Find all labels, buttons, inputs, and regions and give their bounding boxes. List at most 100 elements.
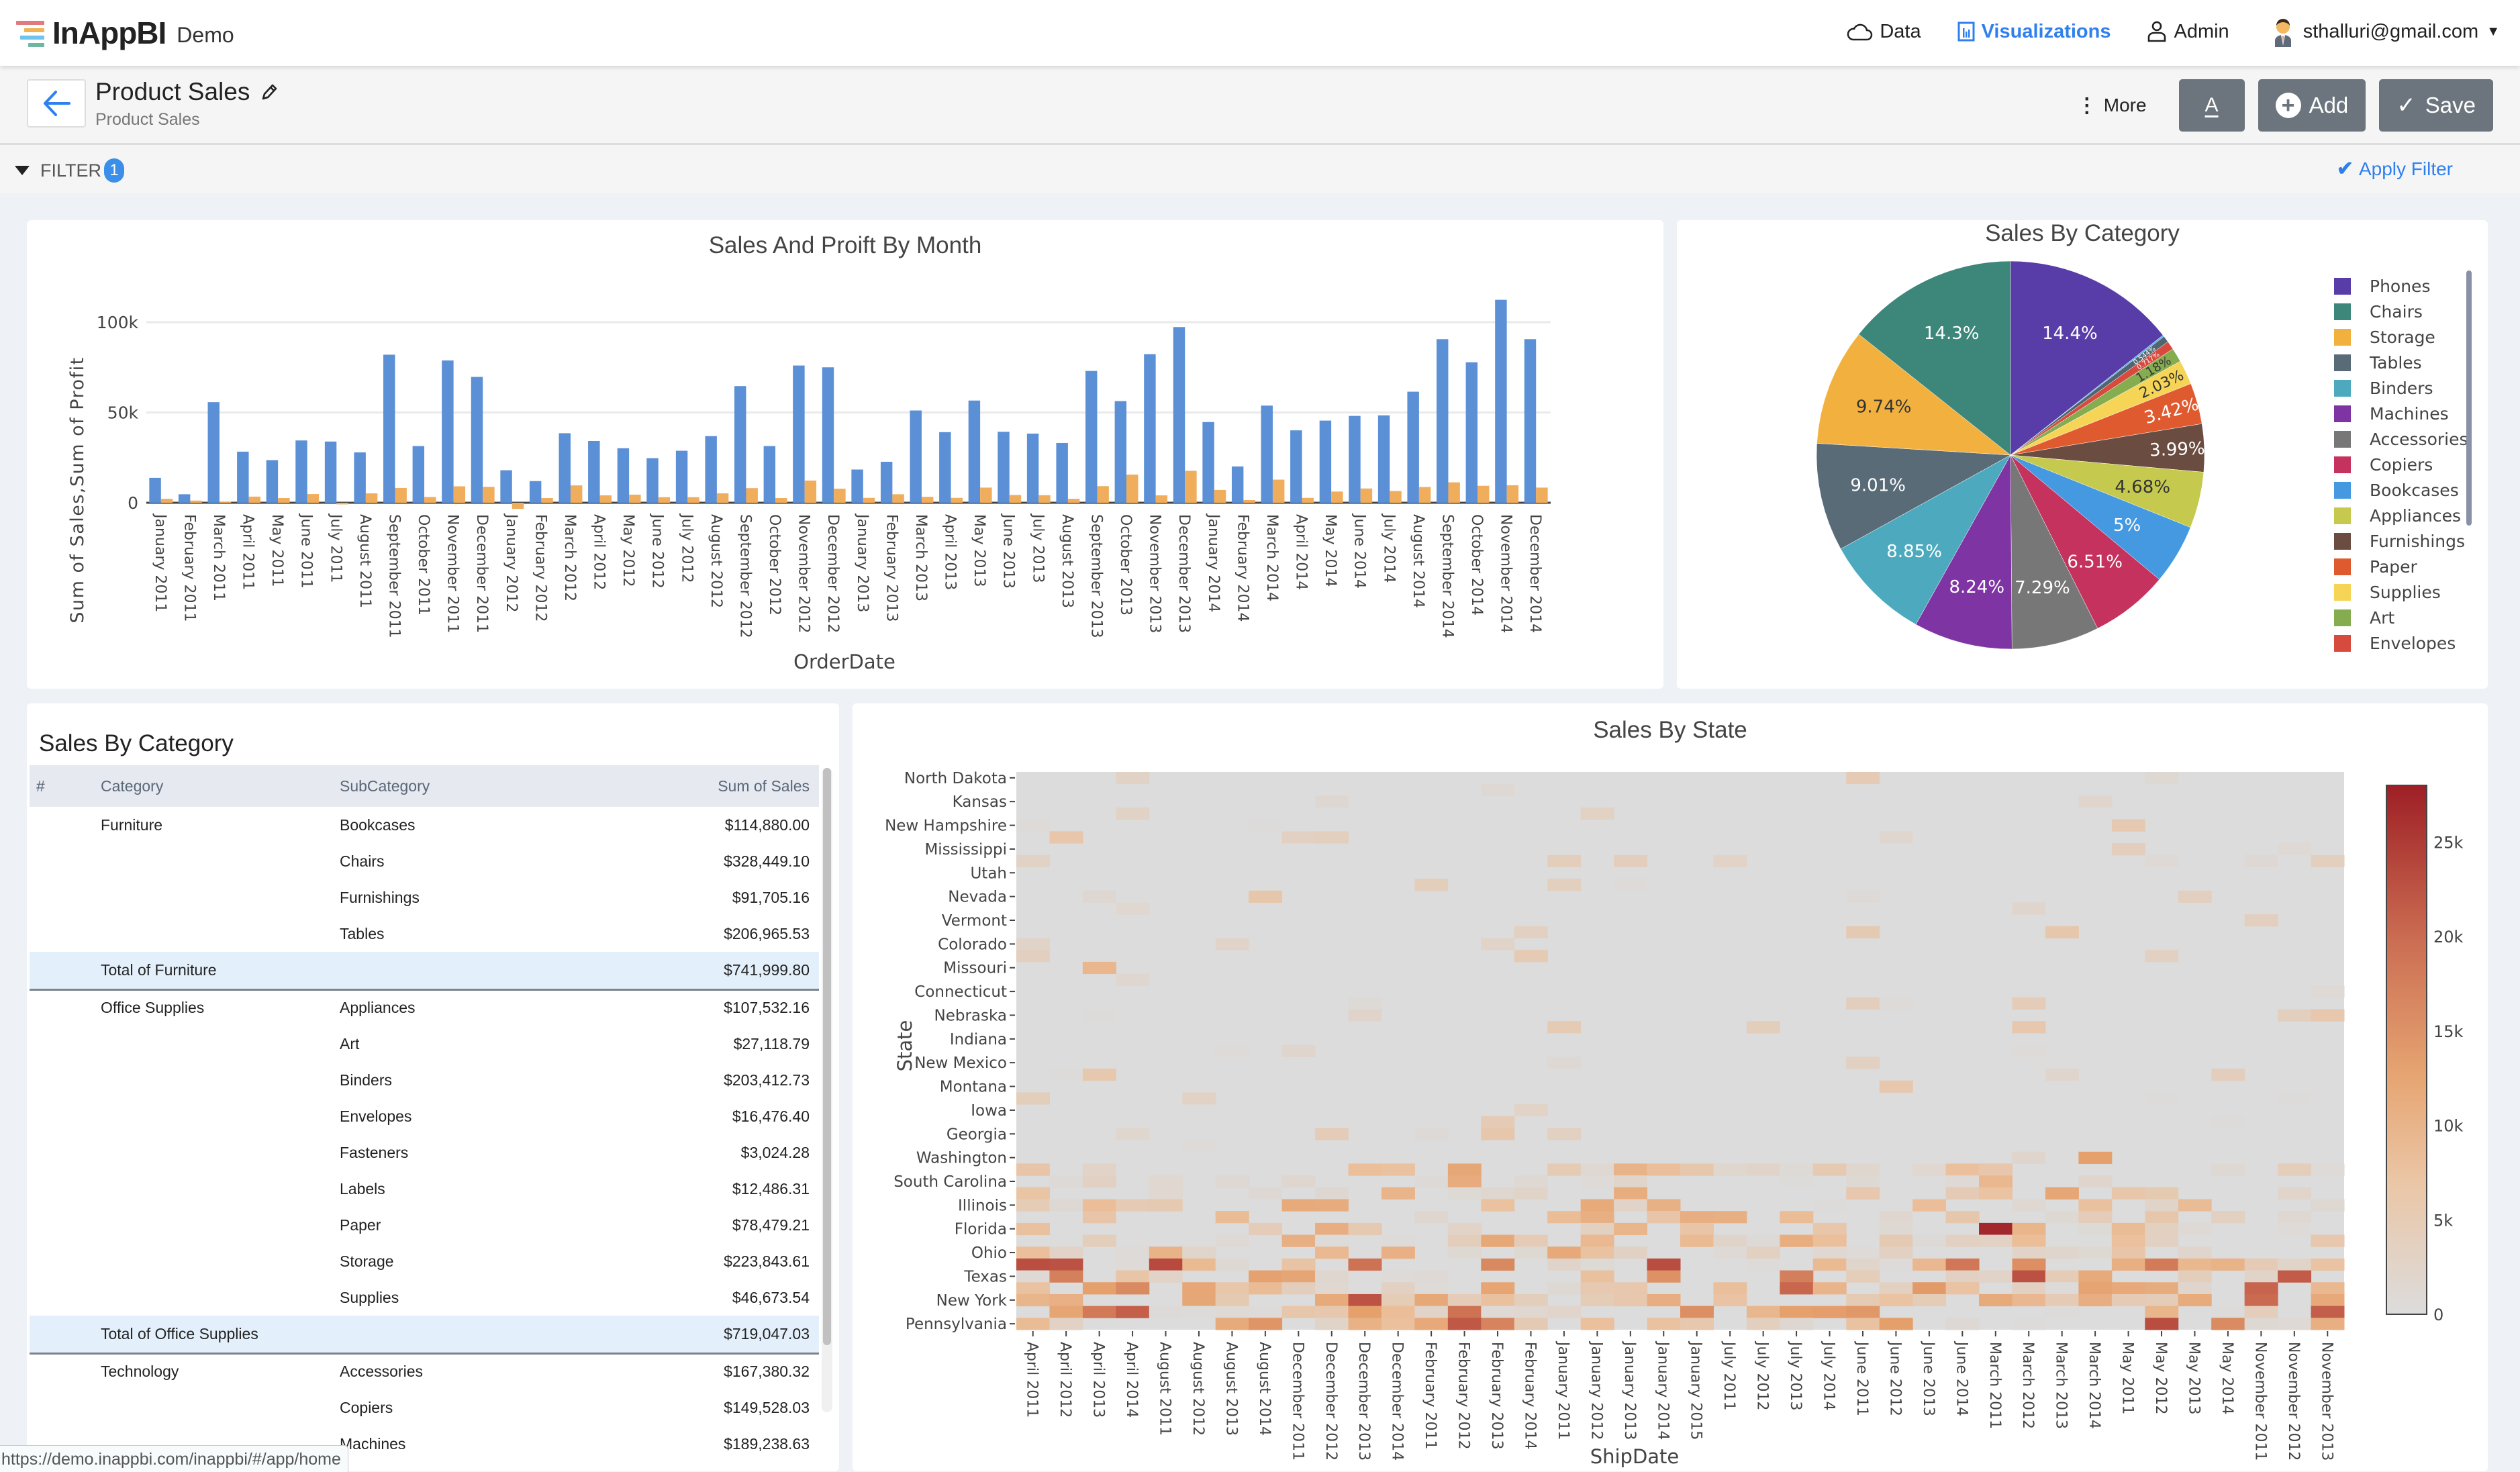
heatmap-cell[interactable] xyxy=(2045,1282,2079,1295)
heatmap-cell[interactable] xyxy=(1116,1258,1150,1271)
heatmap-cell[interactable] xyxy=(1614,1199,1648,1212)
heatmap-cell[interactable] xyxy=(2178,1246,2212,1259)
heatmap-cell[interactable] xyxy=(1215,1234,1249,1247)
heatmap-chart[interactable]: North Dakota Kansas New Hampshire Mississip… xyxy=(853,703,2488,1471)
heatmap-cell[interactable] xyxy=(1348,1222,1382,1236)
heatmap-cell[interactable] xyxy=(1116,1282,1150,1295)
heatmap-cell[interactable] xyxy=(2211,1318,2245,1330)
heatmap-cell[interactable] xyxy=(2145,772,2179,785)
heatmap-cell[interactable] xyxy=(1481,1234,1515,1247)
legend-item-label[interactable]: Supplies xyxy=(2370,583,2441,602)
heatmap-cell[interactable] xyxy=(1149,1175,1183,1188)
heatmap-cell[interactable] xyxy=(2012,1044,2046,1057)
heatmap-cell[interactable] xyxy=(2178,1270,2212,1283)
heatmap-cell[interactable] xyxy=(2078,1270,2113,1283)
sales-bar[interactable] xyxy=(1261,405,1273,503)
heatmap-cell[interactable] xyxy=(1846,1175,1880,1188)
heatmap-cell[interactable] xyxy=(2145,1199,2179,1212)
heatmap-cell[interactable] xyxy=(1182,1306,1216,1318)
heatmap-cell[interactable] xyxy=(1315,1187,1349,1200)
heatmap-cell[interactable] xyxy=(1016,938,1050,950)
heatmap-cell[interactable] xyxy=(2278,1092,2312,1105)
heatmap-cell[interactable] xyxy=(2244,854,2278,867)
profit-bar[interactable] xyxy=(1536,487,1548,503)
legend-swatch[interactable] xyxy=(2334,354,2351,371)
heatmap-cell[interactable] xyxy=(1614,1187,1648,1200)
legend-item-label[interactable]: Tables xyxy=(2369,353,2422,373)
heatmap-cell[interactable] xyxy=(1149,1270,1183,1283)
sales-bar[interactable] xyxy=(1437,339,1449,503)
profit-bar[interactable] xyxy=(307,494,320,503)
table-scroll-area[interactable]: # Category SubCategory Sum of Sales Furn… xyxy=(30,765,819,1471)
heatmap-cell[interactable] xyxy=(1149,1306,1183,1318)
heatmap-cell[interactable] xyxy=(1116,1246,1150,1259)
heatmap-cell[interactable] xyxy=(2045,926,2079,939)
heatmap-cell[interactable] xyxy=(1979,1187,2013,1200)
heatmap-cell[interactable] xyxy=(1746,1163,1780,1176)
nav-visualizations[interactable]: Visualizations xyxy=(1957,21,2111,43)
heatmap-cell[interactable] xyxy=(1580,1175,1614,1188)
heatmap-cell[interactable] xyxy=(2278,1270,2312,1283)
heatmap-cell[interactable] xyxy=(1481,938,1515,950)
heatmap-cell[interactable] xyxy=(1580,1282,1614,1295)
heatmap-cell[interactable] xyxy=(1447,1293,1482,1307)
profit-bar[interactable] xyxy=(687,497,699,503)
profit-bar[interactable] xyxy=(1390,491,1402,503)
heatmap-cell[interactable] xyxy=(1481,1116,1515,1128)
heatmap-cell[interactable] xyxy=(1812,1282,1847,1295)
legend-swatch[interactable] xyxy=(2334,635,2351,652)
heatmap-cell[interactable] xyxy=(1514,1104,1548,1117)
heatmap-cell[interactable] xyxy=(1879,1234,1913,1247)
profit-bar[interactable] xyxy=(483,487,495,503)
heatmap-cell[interactable] xyxy=(1547,1163,1582,1176)
heatmap-cell[interactable] xyxy=(1680,1222,1714,1236)
heatmap-cell[interactable] xyxy=(2178,890,2212,903)
heatmap-cell[interactable] xyxy=(2211,1306,2245,1318)
heatmap-cell[interactable] xyxy=(2145,1092,2179,1105)
sales-bar[interactable] xyxy=(734,386,746,503)
heatmap-cell[interactable] xyxy=(1315,1270,1349,1283)
heatmap-cell[interactable] xyxy=(1647,1199,1681,1212)
heatmap-cell[interactable] xyxy=(1680,1211,1714,1224)
legend-swatch[interactable] xyxy=(2334,303,2351,320)
heatmap-cell[interactable] xyxy=(1116,1128,1150,1140)
legend-swatch[interactable] xyxy=(2334,431,2351,448)
heatmap-cell[interactable] xyxy=(1447,1163,1482,1176)
heatmap-cell[interactable] xyxy=(1812,1246,1847,1259)
legend-swatch[interactable] xyxy=(2334,482,2351,499)
heatmap-cell[interactable] xyxy=(1348,1306,1382,1318)
legend-item-label[interactable]: Machines xyxy=(2370,404,2449,424)
heatmap-cell[interactable] xyxy=(1016,1282,1050,1295)
heatmap-cell[interactable] xyxy=(1016,1222,1050,1236)
heatmap-cell[interactable] xyxy=(1414,1270,1449,1283)
heatmap-cell[interactable] xyxy=(2045,1293,2079,1307)
heatmap-cell[interactable] xyxy=(2012,1151,2046,1164)
heatmap-cell[interactable] xyxy=(1514,1234,1548,1247)
profit-bar[interactable] xyxy=(1097,486,1109,503)
heatmap-cell[interactable] xyxy=(1249,1318,1283,1330)
heatmap-cell[interactable] xyxy=(1016,819,1050,832)
heatmap-cell[interactable] xyxy=(1614,1163,1648,1176)
heatmap-cell[interactable] xyxy=(2045,1187,2079,1200)
heatmap-cell[interactable] xyxy=(1614,879,1648,891)
heatmap-cell[interactable] xyxy=(1547,1246,1582,1259)
heatmap-cell[interactable] xyxy=(1945,1163,1980,1176)
legend-swatch[interactable] xyxy=(2334,278,2351,295)
heatmap-cell[interactable] xyxy=(1414,1318,1449,1330)
heatmap-cell[interactable] xyxy=(1514,950,1548,963)
col-header-index[interactable]: # xyxy=(30,765,94,807)
profit-bar[interactable] xyxy=(1477,485,1490,503)
heatmap-cell[interactable] xyxy=(1979,1234,2013,1247)
legend-item-label[interactable]: Binders xyxy=(2370,379,2433,398)
table-row[interactable]: Paper $78,479.21 xyxy=(30,1207,819,1243)
heatmap-cell[interactable] xyxy=(1912,1258,1947,1271)
heatmap-cell[interactable] xyxy=(1215,1318,1249,1330)
heatmap-cell[interactable] xyxy=(2244,1318,2278,1330)
profit-bar[interactable] xyxy=(1214,489,1226,503)
heatmap-cell[interactable] xyxy=(2145,1318,2179,1330)
sales-bar[interactable] xyxy=(1085,371,1098,503)
table-row[interactable]: Storage $223,843.61 xyxy=(30,1243,819,1279)
heatmap-cell[interactable] xyxy=(1614,1293,1648,1307)
sales-bar[interactable] xyxy=(237,451,249,503)
profit-bar[interactable] xyxy=(1185,471,1197,503)
